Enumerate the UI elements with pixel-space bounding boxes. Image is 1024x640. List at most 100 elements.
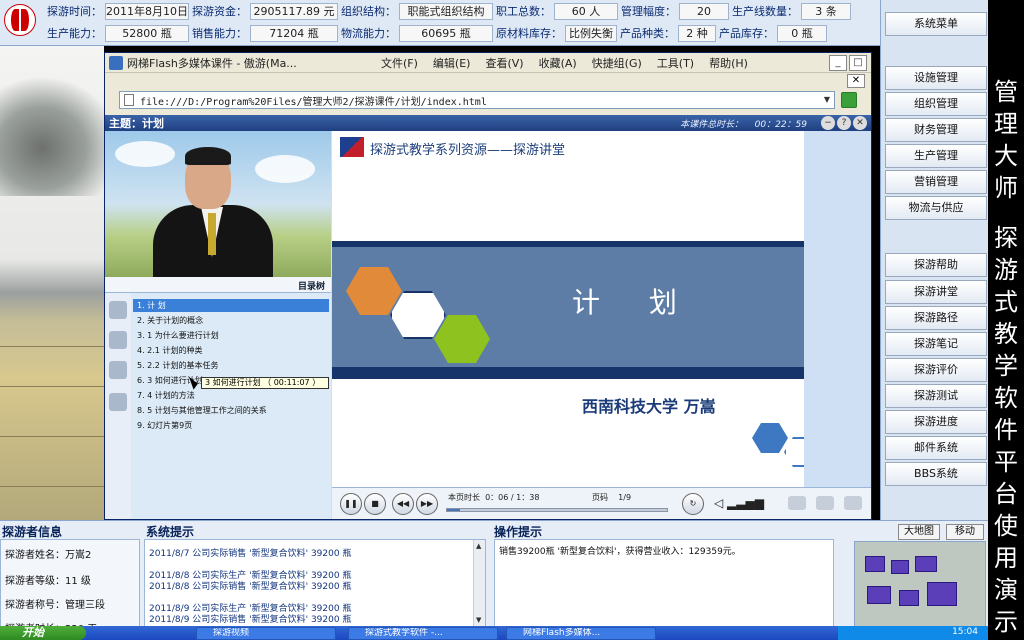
volume-icon[interactable]: ◁ ▂▃▅▆ bbox=[714, 496, 764, 510]
system-tips-scrollbar[interactable] bbox=[473, 540, 485, 626]
browser-window: 网梯Flash多媒体课件 - 傲游(Ma... 文件(F) 编辑(E) 查看(V… bbox=[104, 52, 872, 520]
caption-char: 式 bbox=[994, 288, 1018, 316]
tree-icon[interactable] bbox=[109, 301, 127, 319]
toc-tool-icons bbox=[105, 293, 131, 519]
minimize-icon[interactable]: − bbox=[821, 116, 835, 130]
replay-icon[interactable]: ↻ bbox=[682, 493, 704, 515]
menu-explore-test[interactable]: 探游测试 bbox=[885, 384, 987, 408]
stat-value: 60695 瓶 bbox=[399, 24, 493, 42]
caption-char bbox=[988, 204, 1024, 222]
notes-icon[interactable] bbox=[109, 361, 127, 379]
menu-explore-notes[interactable]: 探游笔记 bbox=[885, 332, 987, 356]
menu-tools[interactable]: 工具(T) bbox=[657, 55, 694, 71]
menu-favorites[interactable]: 收藏(A) bbox=[539, 55, 577, 71]
stats-row-2: 生产能力： 52800 瓶 销售能力： 71204 瓶 物流能力： 60695 … bbox=[44, 23, 827, 43]
menu-view[interactable]: 查看(V) bbox=[485, 55, 523, 71]
browser-title: 网梯Flash多媒体课件 - 傲游(Ma... bbox=[127, 56, 297, 70]
clock: 15:04 bbox=[952, 627, 978, 637]
pause-icon[interactable]: ❚❚ bbox=[340, 493, 362, 515]
menu-explore-evaluation[interactable]: 探游评价 bbox=[885, 358, 987, 382]
toc-item[interactable]: 7. 4 计划的方法 bbox=[137, 389, 195, 402]
progress-bar[interactable] bbox=[446, 508, 668, 512]
start-button[interactable]: 开始 bbox=[0, 626, 86, 640]
menu-mail-system[interactable]: 邮件系统 bbox=[885, 436, 987, 460]
system-tips-box: 2011/8/7 公司实际销售 '新型复合饮料' 39200 瓶 2011/8/… bbox=[144, 539, 486, 627]
toc-item[interactable]: 2. 关于计划的概念 bbox=[137, 314, 203, 327]
toc-item[interactable]: 4. 2.1 计划的种类 bbox=[137, 344, 202, 357]
chevron-down-icon[interactable]: ▼ bbox=[820, 92, 834, 108]
menu-finance-management[interactable]: 财务管理 bbox=[885, 118, 987, 142]
toc-item[interactable]: 9. 幻灯片第9页 bbox=[137, 419, 192, 432]
toc-item[interactable]: 8. 5 计划与其他管理工作之间的关系 bbox=[137, 404, 267, 417]
previous-icon[interactable]: ◀◀ bbox=[392, 493, 414, 515]
menu-bbs-system[interactable]: BBS系统 bbox=[885, 462, 987, 486]
slide-author: 西南科技大学 万嵩 bbox=[582, 397, 716, 416]
mountain-painting bbox=[0, 76, 104, 196]
address-bar[interactable]: file:///D:/Program%20Files/管理大师2/探游课件/计划… bbox=[119, 91, 835, 109]
explorer-title-rank: 探游者称号：管理三段 bbox=[5, 600, 105, 611]
caption-char: 示 bbox=[994, 608, 1018, 636]
blue-hexagon bbox=[752, 423, 788, 453]
caption-char: 演 bbox=[994, 576, 1018, 604]
menu-explore-progress[interactable]: 探游进度 bbox=[885, 410, 987, 434]
caption-char: 台 bbox=[994, 480, 1018, 508]
player-topic: 主题：计划 bbox=[109, 117, 164, 130]
taskbar-item[interactable]: 探游视频 bbox=[196, 627, 336, 640]
toc-item[interactable]: 1. 计 划 bbox=[133, 299, 329, 312]
close-icon[interactable]: ✕ bbox=[853, 116, 867, 130]
address-text[interactable]: file:///D:/Program%20Files/管理大师2/探游课件/计划… bbox=[140, 93, 820, 108]
folder-icon[interactable] bbox=[816, 496, 834, 510]
lecturer-video[interactable] bbox=[105, 131, 331, 277]
menu-edit[interactable]: 编辑(E) bbox=[433, 55, 471, 71]
system-menu-button[interactable]: 系统菜单 bbox=[885, 12, 987, 36]
user-icon[interactable] bbox=[109, 331, 127, 349]
stat-label: 物流能力： bbox=[341, 27, 396, 40]
menu-explore-help[interactable]: 探游帮助 bbox=[885, 253, 987, 277]
tools-icon[interactable] bbox=[109, 393, 127, 411]
system-message: 2011/8/9 公司实际销售 '新型复合饮料' 39200 瓶 bbox=[149, 615, 352, 625]
caption-char: 学 bbox=[994, 352, 1018, 380]
minimap-building bbox=[891, 560, 909, 574]
minimap-building bbox=[867, 586, 891, 604]
stop-icon[interactable]: ■ bbox=[364, 493, 386, 515]
stat-value: 3 条 bbox=[801, 2, 851, 20]
minimap[interactable] bbox=[854, 541, 986, 627]
stat-label: 生产线数量： bbox=[732, 5, 798, 18]
toc-item[interactable]: 3. 1 为什么要进行计划 bbox=[137, 329, 219, 342]
chat-icon[interactable] bbox=[788, 496, 806, 510]
next-icon[interactable]: ▶▶ bbox=[416, 493, 438, 515]
page-number-value: 1/9 bbox=[618, 493, 632, 502]
stat-value: 60 人 bbox=[554, 2, 618, 20]
stat-label: 探游时间： bbox=[47, 5, 102, 18]
taskbar-item[interactable]: 网梯Flash多媒体... bbox=[506, 627, 656, 640]
menu-file[interactable]: 文件(F) bbox=[381, 55, 418, 71]
maximize-icon[interactable]: □ bbox=[849, 55, 867, 71]
main-menu-panel: 系统菜单 设施管理 组织管理 财务管理 生产管理 营销管理 物流与供应 探游帮助… bbox=[880, 0, 988, 520]
taskbar-item[interactable]: 探游式教学软件 -... bbox=[348, 627, 498, 640]
page-icon bbox=[124, 94, 134, 106]
help-icon[interactable]: ? bbox=[837, 116, 851, 130]
menu-organization-management[interactable]: 组织管理 bbox=[885, 92, 987, 116]
move-button[interactable]: 移动 bbox=[946, 524, 984, 540]
floor-tile-line bbox=[0, 486, 104, 487]
app-logo bbox=[4, 4, 36, 36]
menu-facility-management[interactable]: 设施管理 bbox=[885, 66, 987, 90]
stat-value: 2011年8月10日 bbox=[105, 2, 189, 20]
close-icon[interactable]: ✕ bbox=[847, 74, 865, 88]
menu-explore-path[interactable]: 探游路径 bbox=[885, 306, 987, 330]
menu-quick-group[interactable]: 快捷组(G) bbox=[592, 55, 642, 71]
toc-item[interactable]: 5. 2.2 计划的基本任务 bbox=[137, 359, 218, 372]
browser-menu-bar: 文件(F) 编辑(E) 查看(V) 收藏(A) 快捷组(G) 工具(T) 帮助(… bbox=[381, 55, 763, 71]
page-number-label: 页码 bbox=[592, 493, 608, 502]
go-arrow-icon[interactable] bbox=[841, 92, 857, 108]
big-map-button[interactable]: 大地图 bbox=[898, 524, 940, 540]
floor-tile-line bbox=[0, 436, 104, 437]
menu-explore-lecture[interactable]: 探游讲堂 bbox=[885, 280, 987, 304]
progress-fill bbox=[447, 509, 461, 511]
minimize-icon[interactable]: _ bbox=[829, 55, 847, 71]
menu-help[interactable]: 帮助(H) bbox=[709, 55, 748, 71]
home-icon[interactable] bbox=[844, 496, 862, 510]
menu-marketing-management[interactable]: 营销管理 bbox=[885, 170, 987, 194]
menu-production-management[interactable]: 生产管理 bbox=[885, 144, 987, 168]
menu-logistics-supply[interactable]: 物流与供应 bbox=[885, 196, 987, 220]
